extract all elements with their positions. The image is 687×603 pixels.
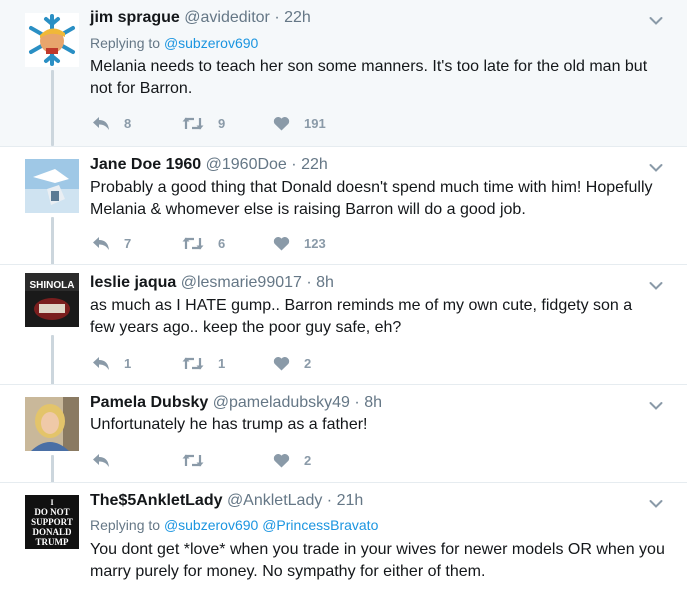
- tweet-text: You dont get *love* when you trade in yo…: [90, 541, 665, 580]
- reply-icon: [93, 356, 109, 370]
- avatar-logo-text: SHINOLA: [30, 280, 75, 291]
- tweet-header: jim sprague @avideditor · 22h: [90, 9, 311, 27]
- heart-icon: [273, 453, 290, 467]
- timestamp[interactable]: 8h: [364, 394, 382, 411]
- display-name[interactable]: Pamela Dubsky: [90, 394, 208, 411]
- handle[interactable]: @lesmarie99017: [181, 274, 302, 291]
- retweet-button[interactable]: 9: [182, 113, 225, 133]
- tweet-item[interactable]: Jane Doe 1960 @1960Doe · 22h Probably a …: [0, 146, 687, 265]
- reply-count: 7: [124, 235, 132, 251]
- like-count: 2: [304, 452, 312, 468]
- tweet-text: Probably a good thing that Donald doesn'…: [90, 179, 653, 218]
- reply-button[interactable]: 1: [92, 353, 131, 373]
- retweet-button[interactable]: 6: [182, 233, 225, 253]
- handle[interactable]: @pameladubsky49: [213, 394, 350, 411]
- tweet-item[interactable]: SHINOLA leslie jaqua @lesmarie99017 · 8h…: [0, 264, 687, 385]
- tweet-actions: 2: [90, 450, 390, 470]
- retweet-count: 6: [218, 235, 226, 251]
- reply-count: 8: [124, 115, 132, 131]
- tweet-actions: 1 1 2: [90, 353, 390, 373]
- mention-link[interactable]: @PrincessBravato: [262, 517, 378, 533]
- tweet-header: The$5AnkletLady @AnkletLady · 21h: [90, 492, 363, 510]
- replying-label: Replying to: [90, 35, 161, 51]
- like-count: 2: [304, 355, 312, 371]
- like-button[interactable]: 123: [273, 233, 326, 253]
- handle[interactable]: @AnkletLady: [227, 492, 322, 509]
- tweet-actions: 7 6 123: [90, 233, 390, 253]
- thread-line: [51, 455, 54, 483]
- retweet-icon: [182, 454, 204, 466]
- reply-count: 1: [124, 355, 132, 371]
- separator: ·: [306, 274, 312, 291]
- replying-label: Replying to: [90, 517, 161, 533]
- tweet-item[interactable]: Pamela Dubsky @pameladubsky49 · 8h Unfor…: [0, 384, 687, 483]
- retweet-icon: [182, 357, 204, 369]
- separator: ·: [274, 9, 280, 26]
- tweet-header: Jane Doe 1960 @1960Doe · 22h: [90, 156, 328, 174]
- tweet-header: Pamela Dubsky @pameladubsky49 · 8h: [90, 394, 382, 412]
- tweet-header: leslie jaqua @lesmarie99017 · 8h: [90, 274, 334, 292]
- chevron-down-icon[interactable]: [649, 13, 663, 31]
- avatar-sign-text: I: [50, 498, 53, 507]
- reply-icon: [93, 453, 109, 467]
- mention-link[interactable]: @subzerov690: [164, 517, 258, 533]
- tweet-actions: 8 9 191: [90, 113, 390, 133]
- chevron-down-icon[interactable]: [649, 160, 663, 178]
- separator: ·: [326, 492, 333, 509]
- replying-to: Replying to @subzerov690: [90, 35, 258, 51]
- replying-to: Replying to @subzerov690 @PrincessBravat…: [90, 517, 378, 533]
- display-name[interactable]: leslie jaqua: [90, 274, 176, 291]
- retweet-button[interactable]: [182, 450, 218, 470]
- tweet-item[interactable]: I DO NOT SUPPORT DONALD TRUMP The$5Ankle…: [0, 482, 687, 603]
- heart-icon: [273, 116, 290, 130]
- do-not-support-sign-avatar[interactable]: I DO NOT SUPPORT DONALD TRUMP: [25, 495, 79, 549]
- retweet-icon: [182, 117, 204, 129]
- display-name[interactable]: Jane Doe 1960: [90, 156, 201, 173]
- avatar-sign-text: SUPPORT: [31, 517, 73, 527]
- like-count: 123: [304, 235, 326, 251]
- shinola-cap-avatar[interactable]: SHINOLA: [25, 273, 79, 327]
- like-button[interactable]: 191: [273, 113, 326, 133]
- handle[interactable]: @avideditor: [184, 9, 270, 26]
- reply-button[interactable]: [92, 450, 124, 470]
- thread-line: [51, 335, 54, 385]
- heart-icon: [273, 356, 290, 370]
- sky-photo-avatar[interactable]: [25, 159, 79, 213]
- handle[interactable]: @1960Doe: [206, 156, 287, 173]
- reply-button[interactable]: 8: [92, 113, 131, 133]
- avatar-sign-text: DO NOT: [34, 507, 69, 517]
- timestamp[interactable]: 8h: [316, 274, 334, 291]
- retweet-button[interactable]: 1: [182, 353, 225, 373]
- chevron-down-icon[interactable]: [649, 278, 663, 296]
- reply-icon: [93, 236, 109, 250]
- avatar-sign-text: TRUMP: [36, 537, 69, 547]
- mention-link[interactable]: @subzerov690: [164, 35, 258, 51]
- chevron-down-icon[interactable]: [649, 496, 663, 514]
- display-name[interactable]: The$5AnkletLady: [90, 492, 222, 509]
- tweet-text: Unfortunately he has trump as a father!: [90, 416, 368, 433]
- thread-line: [51, 217, 54, 265]
- display-name[interactable]: jim sprague: [90, 9, 180, 26]
- reply-icon: [93, 116, 109, 130]
- tweet-item[interactable]: jim sprague @avideditor · 22h Replying t…: [0, 0, 687, 146]
- separator: ·: [291, 156, 297, 173]
- thread-line: [51, 70, 54, 146]
- retweet-count: 9: [218, 115, 226, 131]
- like-count: 191: [304, 115, 326, 131]
- woman-portrait-avatar[interactable]: [25, 397, 79, 451]
- avatar-sign-text: DONALD: [32, 527, 72, 537]
- snowflake-trump-avatar[interactable]: [25, 13, 79, 67]
- like-button[interactable]: 2: [273, 450, 311, 470]
- timestamp[interactable]: 22h: [284, 9, 311, 26]
- timestamp[interactable]: 21h: [337, 492, 364, 509]
- reply-button[interactable]: 7: [92, 233, 131, 253]
- retweet-count: 1: [218, 355, 226, 371]
- heart-icon: [273, 236, 290, 250]
- separator: ·: [354, 394, 360, 411]
- timestamp[interactable]: 22h: [301, 156, 328, 173]
- tweet-text: Melania needs to teach her son some mann…: [90, 58, 648, 97]
- like-button[interactable]: 2: [273, 353, 311, 373]
- tweet-text: as much as I HATE gump.. Barron reminds …: [90, 297, 633, 336]
- retweet-icon: [182, 237, 204, 249]
